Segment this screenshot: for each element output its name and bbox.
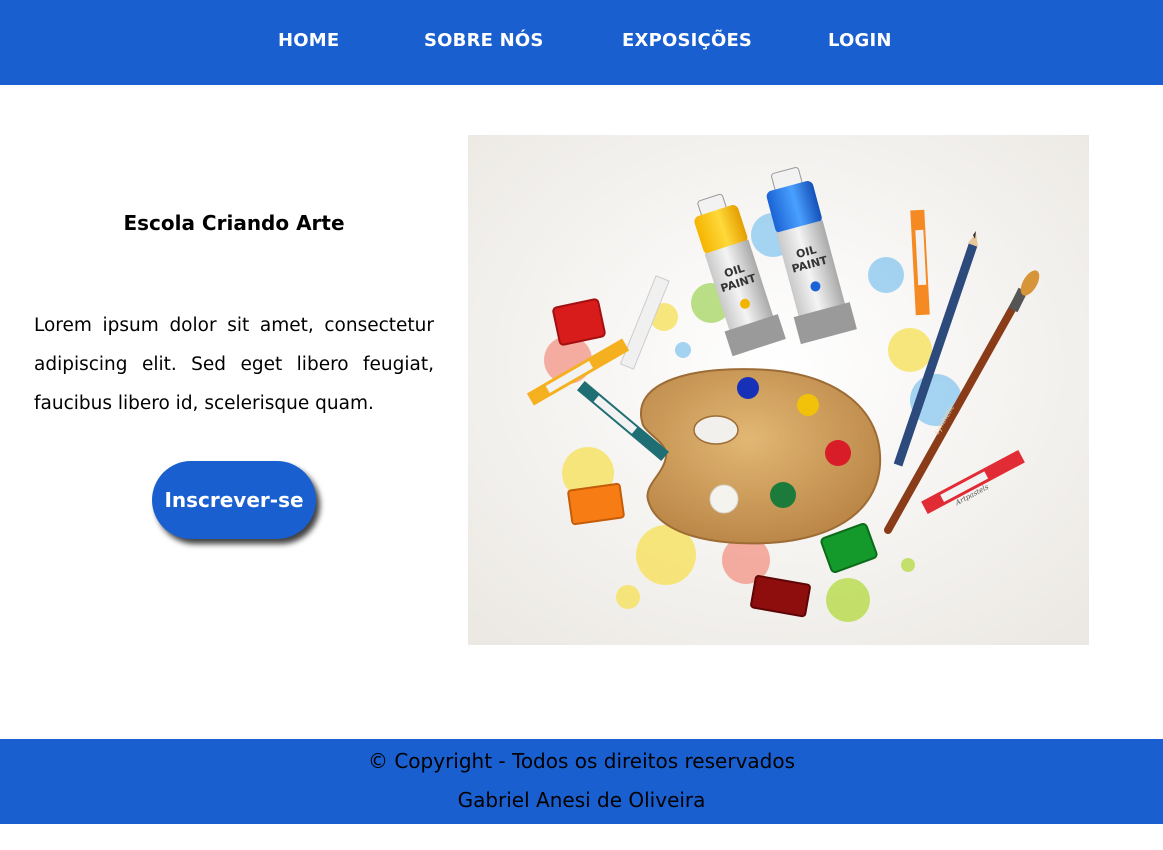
nav-link-exposicoes[interactable]: EXPOSIÇÕES: [622, 30, 752, 52]
nav-link-sobre-nos[interactable]: SOBRE NÓS: [424, 30, 544, 52]
red-paint-blob: [825, 440, 851, 466]
footer-copyright: © Copyright - Todos os direitos reservad…: [367, 749, 796, 773]
art-supplies-illustration: OIL PAINT OIL PAINT synthetic Artpastels: [468, 135, 1089, 645]
art-supplies-image: OIL PAINT OIL PAINT synthetic Artpastels: [468, 135, 1089, 645]
yellow-paint-blob: [797, 394, 819, 416]
top-nav: HOME SOBRE NÓS EXPOSIÇÕES LOGIN: [0, 0, 1163, 85]
white-paint-blob: [709, 484, 739, 514]
intro-paragraph: Lorem ipsum dolor sit amet, consectetur …: [34, 315, 434, 414]
signup-button[interactable]: Inscrever-se: [152, 461, 316, 539]
wooden-palette: [640, 368, 882, 545]
footer-author: Gabriel Anesi de Oliveira: [457, 788, 706, 812]
site-footer: © Copyright - Todos os direitos reservad…: [0, 739, 1163, 824]
nav-link-home[interactable]: HOME: [278, 30, 339, 52]
nav-link-login[interactable]: LOGIN: [828, 30, 892, 52]
blue-paint-blob: [737, 377, 759, 399]
school-title: Escola Criando Arte: [123, 211, 345, 235]
green-paint-blob: [770, 482, 796, 508]
